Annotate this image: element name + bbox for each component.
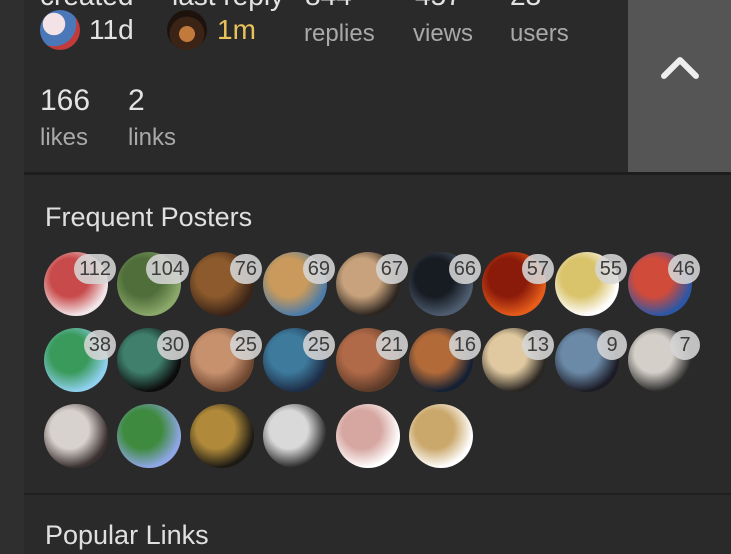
last-reply-value: 1m xyxy=(217,14,256,45)
avatar-image xyxy=(190,404,254,468)
scroll-to-top-button[interactable] xyxy=(628,0,731,172)
post-count-badge: 69 xyxy=(302,254,335,284)
likes-label: likes xyxy=(40,124,89,151)
replies-count: 844 xyxy=(305,0,352,12)
section-divider xyxy=(24,172,731,175)
poster-avatar[interactable]: 67 xyxy=(336,252,408,316)
replies-label: replies xyxy=(304,20,375,47)
views-count: 457 xyxy=(415,0,462,12)
poster-avatar[interactable]: 55 xyxy=(555,252,627,316)
post-count-badge: 38 xyxy=(83,330,116,360)
links-label: links xyxy=(128,124,177,151)
post-count-badge: 9 xyxy=(597,330,627,360)
poster-avatar[interactable]: 16 xyxy=(409,328,481,392)
avatar-image xyxy=(409,404,473,468)
poster-avatar[interactable]: 38 xyxy=(44,328,116,392)
post-count-badge: 46 xyxy=(667,254,700,284)
avatar-image xyxy=(44,404,108,468)
poster-avatar[interactable] xyxy=(190,404,254,468)
created-value: 11d xyxy=(89,14,134,45)
avatar-image xyxy=(117,404,181,468)
poster-avatar[interactable]: 13 xyxy=(482,328,554,392)
users-count: 23 xyxy=(510,0,541,12)
post-count-badge: 13 xyxy=(521,330,554,360)
poster-avatar[interactable]: 76 xyxy=(190,252,262,316)
post-count-badge: 57 xyxy=(521,254,554,284)
poster-avatar[interactable]: 46 xyxy=(628,252,700,316)
likes-value: 166 xyxy=(40,84,91,117)
post-count-badge: 25 xyxy=(302,330,335,360)
left-gutter xyxy=(0,0,24,554)
post-count-badge: 7 xyxy=(670,330,700,360)
poster-avatar[interactable]: 112 xyxy=(44,252,116,316)
chevron-up-icon xyxy=(661,57,699,79)
poster-avatar[interactable] xyxy=(263,404,327,468)
post-count-badge: 21 xyxy=(375,330,408,360)
last-poster-avatar[interactable] xyxy=(167,10,207,50)
avatar-image xyxy=(336,404,400,468)
post-count-badge: 25 xyxy=(229,330,262,360)
poster-avatar[interactable]: 66 xyxy=(409,252,481,316)
users-label: users xyxy=(510,20,569,47)
links-value: 2 xyxy=(128,84,145,117)
post-count-badge: 67 xyxy=(375,254,408,284)
poster-avatar[interactable]: 21 xyxy=(336,328,408,392)
poster-avatar[interactable] xyxy=(44,404,108,468)
frequent-posters-title: Frequent Posters xyxy=(45,202,253,232)
post-count-badge: 55 xyxy=(594,254,627,284)
poster-avatar[interactable]: 104 xyxy=(117,252,189,316)
post-count-badge: 30 xyxy=(156,330,189,360)
section-divider xyxy=(24,493,731,495)
poster-avatar[interactable] xyxy=(117,404,181,468)
avatar-image xyxy=(263,404,327,468)
poster-avatar[interactable] xyxy=(409,404,473,468)
poster-avatar[interactable] xyxy=(336,404,400,468)
post-count-badge: 66 xyxy=(448,254,481,284)
post-count-badge: 76 xyxy=(229,254,262,284)
post-count-badge: 16 xyxy=(448,330,481,360)
poster-avatar[interactable]: 57 xyxy=(482,252,554,316)
poster-avatar[interactable]: 69 xyxy=(263,252,335,316)
post-count-badge: 104 xyxy=(145,254,189,284)
poster-avatar[interactable]: 25 xyxy=(190,328,262,392)
poster-avatar[interactable]: 25 xyxy=(263,328,335,392)
creator-avatar[interactable] xyxy=(40,10,80,50)
poster-avatar[interactable]: 9 xyxy=(555,328,627,392)
poster-avatar[interactable]: 30 xyxy=(117,328,189,392)
views-label: views xyxy=(413,20,474,47)
poster-avatar[interactable]: 7 xyxy=(628,328,700,392)
popular-links-title: Popular Links xyxy=(45,520,209,550)
post-count-badge: 112 xyxy=(74,254,116,284)
